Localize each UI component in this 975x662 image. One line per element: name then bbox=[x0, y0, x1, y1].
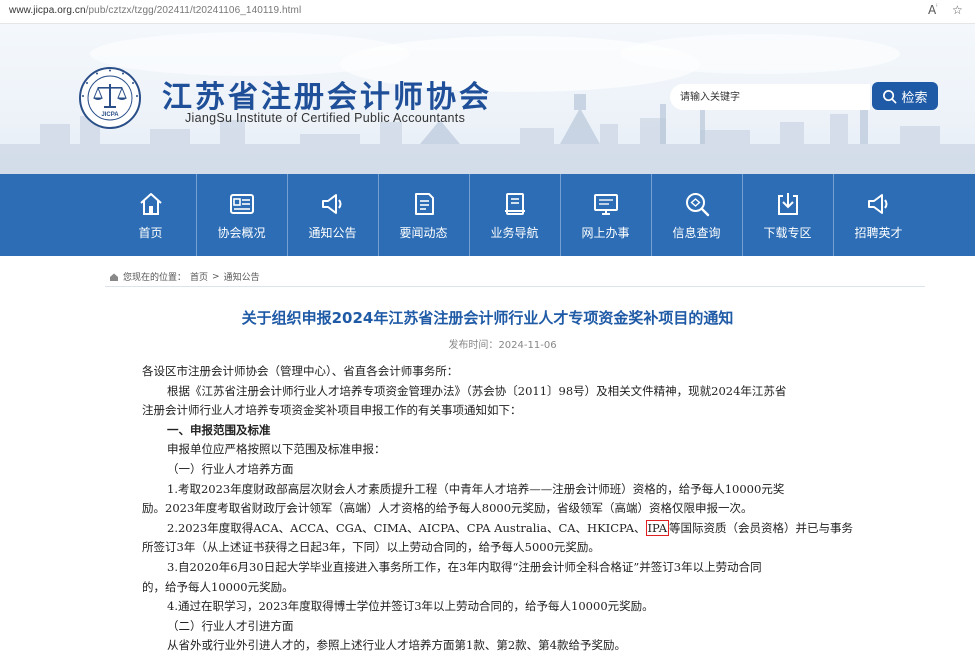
nav-item-business[interactable]: 业务导航 bbox=[469, 174, 560, 256]
url-path: /pub/cztzx/tzgg/202411/t20241106_140119.… bbox=[85, 5, 302, 16]
nav-label: 业务导航 bbox=[490, 226, 539, 240]
subsection-heading: （二）行业人才引进方面 bbox=[167, 618, 294, 633]
url-host: www.jicpa.org.cn bbox=[9, 5, 86, 16]
nav-label: 协会概况 bbox=[217, 226, 266, 240]
section-heading: 一、申报范围及标准 bbox=[167, 422, 271, 437]
paragraph: 从省外或行业外引进人才的，参照上述行业人才培养方面第1款、第2款、第4款给予奖励… bbox=[167, 638, 626, 653]
read-aloud-label: A bbox=[928, 3, 937, 17]
read-aloud-icon[interactable]: Aⁱ bbox=[928, 3, 937, 17]
news-doc-icon bbox=[414, 193, 434, 215]
date-label: 发布时间： bbox=[448, 340, 499, 351]
list-item: 的，给予每人10000元奖励。 bbox=[142, 579, 294, 594]
nav-label: 招聘英才 bbox=[854, 226, 903, 240]
nav-label: 网上办事 bbox=[581, 226, 630, 240]
subsection-heading: （一）行业人才培养方面 bbox=[167, 461, 294, 476]
paragraph: 注册会计师行业人才培养专项资金奖补项目申报工作的有关事项通知如下： bbox=[142, 403, 522, 418]
article-title: 关于组织申报2024年江苏省注册会计师行业人才专项资金奖补项目的通知 bbox=[241, 309, 734, 327]
site-title[interactable]: 江苏省注册会计师协会 bbox=[162, 72, 492, 116]
date-value: 2024-11-06 bbox=[498, 340, 557, 351]
nav-label: 信息查询 bbox=[672, 226, 721, 240]
nav-item-online-service[interactable]: 网上办事 bbox=[560, 174, 651, 256]
breadcrumb-divider bbox=[105, 286, 925, 287]
list-item-text: 2.2023年度取得ACA、ACCA、CGA、CIMA、AICPA、CPA Au… bbox=[167, 520, 646, 535]
nav-item-home[interactable]: 首页 bbox=[105, 174, 196, 256]
breadcrumb-link-notices[interactable]: 通知公告 bbox=[224, 270, 260, 283]
list-item: 2.2023年度取得ACA、ACCA、CGA、CIMA、AICPA、CPA Au… bbox=[142, 519, 882, 539]
article-date: 发布时间：2024-11-06 bbox=[0, 336, 975, 351]
paragraph: 各设区市注册会计师协会（管理中心）、省直各会计师事务所： bbox=[142, 364, 459, 378]
download-icon bbox=[777, 193, 798, 215]
breadcrumb-separator: > bbox=[212, 271, 220, 282]
info-card-icon bbox=[229, 194, 254, 214]
search-input[interactable] bbox=[680, 84, 860, 110]
star-icon[interactable]: ☆ bbox=[952, 3, 963, 17]
list-item: 所签订3年（从上述证书获得之日起3年，下同）以上劳动合同的，给予每人5000元奖… bbox=[142, 540, 600, 555]
list-item: 1.考取2023年度财政部高层次财会人才素质提升工程（中青年人才培养——注册会计… bbox=[167, 481, 785, 496]
nav-label: 要闻动态 bbox=[399, 226, 448, 240]
megaphone-icon bbox=[867, 194, 887, 214]
paragraph: 根据《江苏省注册会计师行业人才培养专项资金管理办法》（苏会协〔2011〕98号）… bbox=[167, 383, 787, 398]
site-subtitle: JiangSu Institute of Certified Public Ac… bbox=[185, 111, 466, 125]
paragraph: 申报单位应严格按照以下范围及标准申报： bbox=[167, 442, 386, 457]
breadcrumb-link-home[interactable]: 首页 bbox=[190, 270, 208, 283]
search-button-label: 检索 bbox=[901, 90, 928, 106]
main-nav: 首页 协会概况 通知公告 要闻动态 业务导航 网上办事 信息查询 下载专区 招聘… bbox=[0, 174, 975, 256]
nav-item-news[interactable]: 要闻动态 bbox=[378, 174, 469, 256]
nav-label: 下载专区 bbox=[763, 226, 812, 240]
book-icon bbox=[504, 193, 525, 215]
home-icon bbox=[139, 193, 162, 215]
highlighted-term: IPA bbox=[645, 519, 670, 536]
address-url[interactable]: www.jicpa.org.cn/pub/cztzx/tzgg/202411/t… bbox=[9, 5, 301, 16]
nav-item-notices[interactable]: 通知公告 bbox=[287, 174, 378, 256]
search-icon bbox=[883, 89, 897, 103]
home-icon bbox=[110, 273, 118, 281]
nav-label: 首页 bbox=[138, 226, 163, 240]
search-icon bbox=[685, 193, 709, 217]
seal-text: JICPA bbox=[101, 112, 119, 118]
breadcrumb-prefix: 您现在的位置： bbox=[123, 273, 187, 283]
nav-item-about[interactable]: 协会概况 bbox=[196, 174, 287, 256]
nav-item-info-query[interactable]: 信息查询 bbox=[651, 174, 742, 256]
site-header: JICPA 江苏省注册会计师协会 JiangSu Institute of Ce… bbox=[0, 24, 975, 174]
search-button[interactable]: 检索 bbox=[872, 82, 938, 110]
list-item: 4.通过在职学习，2023年度取得博士学位并签订3年以上劳动合同的，给予每人10… bbox=[167, 599, 654, 614]
nav-item-recruitment[interactable]: 招聘英才 bbox=[833, 174, 924, 256]
megaphone-icon bbox=[321, 194, 341, 214]
monitor-icon bbox=[593, 194, 618, 215]
article-body: 各设区市注册会计师协会（管理中心）、省直各会计师事务所： 根据《江苏省注册会计师… bbox=[142, 362, 882, 656]
search-box[interactable] bbox=[670, 84, 870, 110]
list-item: 3.自2020年6月30日起大学毕业直接进入事务所工作，在3年内取得“注册会计师… bbox=[167, 559, 762, 574]
jicpa-seal-logo[interactable]: JICPA bbox=[78, 66, 142, 130]
list-item-text: 等国际资质（会员资格）并已与事务 bbox=[669, 520, 854, 535]
nav-label: 通知公告 bbox=[308, 226, 357, 240]
browser-address-bar[interactable]: www.jicpa.org.cn/pub/cztzx/tzgg/202411/t… bbox=[0, 0, 975, 24]
breadcrumb: 您现在的位置： 首页 > 通知公告 bbox=[109, 270, 260, 283]
nav-item-downloads[interactable]: 下载专区 bbox=[742, 174, 833, 256]
list-item: 励。2023年度考取省财政厅会计领军（高端）人才资格的给予每人8000元奖励，省… bbox=[142, 501, 753, 516]
